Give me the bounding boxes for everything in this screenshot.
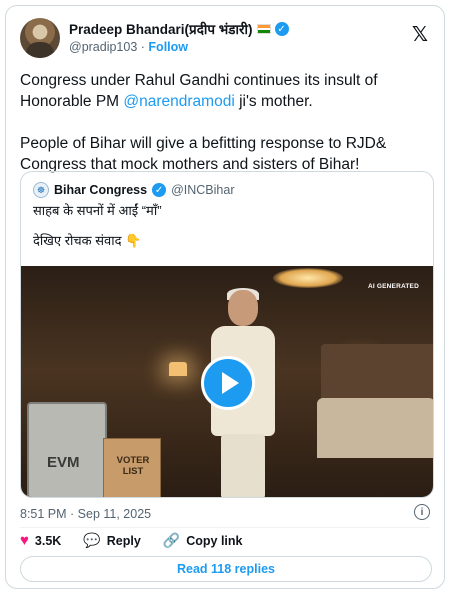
- quoted-avatar: ☸: [33, 182, 49, 198]
- tweet-paragraph-1: Congress under Rahul Gandhi continues it…: [20, 70, 432, 112]
- follow-button[interactable]: Follow: [148, 40, 188, 54]
- ai-generated-tag: AI GENERATED: [367, 283, 419, 290]
- author-handle-row: @pradip103 · Follow: [69, 40, 188, 54]
- x-logo-icon[interactable]: 𝕏: [412, 22, 428, 46]
- evm-label: EVM: [47, 454, 80, 471]
- verified-icon: ✓: [152, 183, 167, 197]
- evm-machine: EVM: [27, 402, 107, 497]
- reply-label: Reply: [106, 533, 141, 548]
- like-count: 3.5K: [34, 533, 62, 548]
- link-icon: 🔗: [162, 532, 181, 548]
- video-player[interactable]: EVM VOTER LIST AI GENERATED: [21, 266, 433, 497]
- voter-label: VOTER LIST: [116, 455, 150, 477]
- reply-button[interactable]: 💬 Reply: [83, 532, 140, 549]
- read-replies-button[interactable]: Read 118 replies: [20, 556, 432, 582]
- copy-link-button[interactable]: 🔗 Copy link: [163, 532, 243, 549]
- author-name[interactable]: Pradeep Bhandari(प्रदीप भंडारी): [69, 20, 253, 38]
- quoted-text: साहब के सपनों में आईं “माँ” देखिए रोचक स…: [33, 202, 162, 262]
- lamp-left: [169, 362, 187, 376]
- tweet-text-part: ji's mother.: [234, 93, 313, 110]
- quoted-text-line-1: साहब के सपनों में आईं “माँ”: [33, 203, 162, 218]
- quoted-handle: @INCBihar: [171, 183, 235, 197]
- like-button[interactable]: ♥ 3.5K: [20, 532, 61, 549]
- quoted-tweet[interactable]: ☸ Bihar Congress ✓ @INCBihar साहब के सपन…: [20, 171, 434, 498]
- quoted-header: ☸ Bihar Congress ✓ @INCBihar: [33, 182, 235, 198]
- quoted-text-line-2: देखिए रोचक संवाद 👇: [33, 233, 142, 248]
- action-bar: ♥ 3.5K 💬 Reply 🔗 Copy link: [20, 532, 265, 549]
- mention-link[interactable]: @narendramodi: [123, 93, 234, 110]
- tweet-timestamp[interactable]: 8:51 PM · Sep 11, 2025: [20, 507, 151, 521]
- verified-icon: ✓: [274, 22, 289, 36]
- tweet-header: Pradeep Bhandari(प्रदीप भंडारी) ✓ @pradi…: [20, 18, 430, 62]
- tweet-card: Pradeep Bhandari(प्रदीप भंडारी) ✓ @pradi…: [5, 5, 445, 589]
- tweet-paragraph-2: People of Bihar will give a befitting re…: [20, 135, 387, 173]
- author-avatar[interactable]: [20, 18, 60, 58]
- divider: [20, 527, 430, 528]
- author-handle[interactable]: @pradip103: [69, 40, 137, 54]
- bed-headboard: [321, 344, 433, 402]
- heart-icon: ♥: [20, 532, 29, 549]
- chandelier-light: [273, 268, 343, 288]
- voter-list-box: VOTER LIST: [103, 438, 161, 497]
- author-name-row: Pradeep Bhandari(प्रदीप भंडारी) ✓: [69, 20, 289, 38]
- quoted-name: Bihar Congress: [54, 183, 148, 197]
- play-icon[interactable]: [201, 356, 255, 410]
- india-flag-icon: [256, 24, 271, 34]
- copy-link-label: Copy link: [186, 533, 243, 548]
- info-icon[interactable]: i: [414, 504, 430, 520]
- bed: [317, 398, 433, 458]
- reply-icon: 💬: [83, 532, 101, 548]
